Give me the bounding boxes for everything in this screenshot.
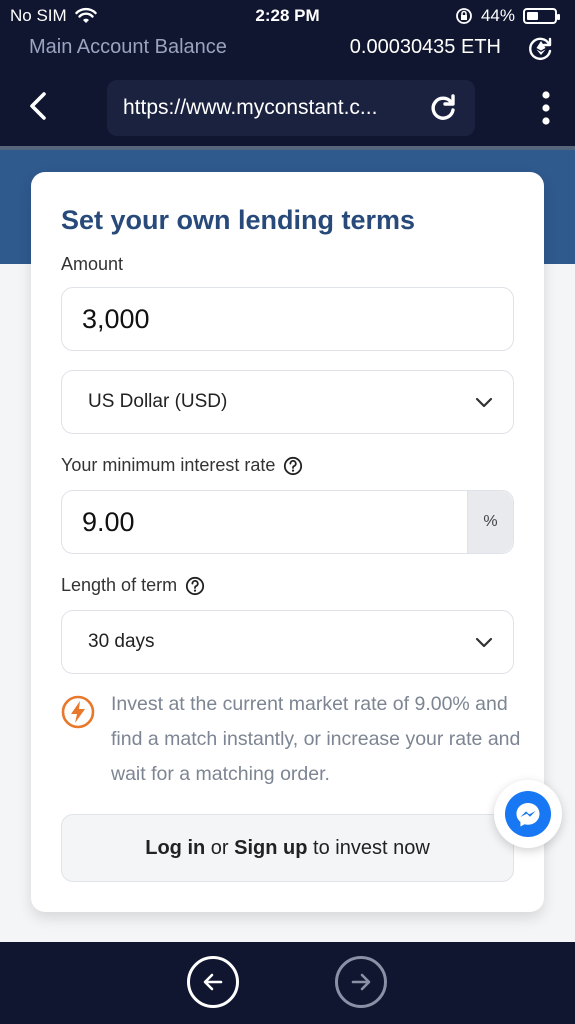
status-right: 44% [455, 6, 560, 26]
more-options-icon[interactable] [541, 90, 551, 126]
login-link[interactable]: Log in [145, 837, 205, 859]
currency-value: US Dollar (USD) [88, 391, 228, 412]
percent-unit: % [467, 491, 513, 553]
login-signup-button[interactable]: Log in or Sign up to invest now [61, 814, 514, 882]
chevron-down-icon [475, 397, 493, 408]
url-text: https://www.myconstant.c... [123, 96, 378, 119]
status-bar: No SIM 2:28 PM 44% [0, 0, 575, 32]
currency-select[interactable]: US Dollar (USD) [61, 370, 514, 434]
rate-label: Your minimum interest rate [61, 455, 303, 476]
cta-or: or [210, 837, 229, 859]
help-icon[interactable] [185, 576, 205, 596]
term-value: 30 days [88, 631, 155, 652]
top-header: No SIM 2:28 PM 44% Main Account Balance … [0, 0, 575, 146]
messenger-chat-button[interactable] [494, 780, 562, 848]
messenger-badge [505, 791, 551, 837]
term-select[interactable]: 30 days [61, 610, 514, 674]
term-label: Length of term [61, 575, 205, 596]
interest-rate-value: 9.00 [82, 507, 135, 537]
account-balance-value: 0.00030435 ETH [349, 36, 501, 58]
account-balance-label: Main Account Balance [29, 36, 227, 58]
arrow-left-icon [203, 973, 223, 991]
nav-forward-button[interactable] [335, 956, 387, 1008]
battery-percent: 44% [480, 6, 515, 25]
back-icon[interactable] [24, 90, 52, 122]
reload-icon[interactable] [427, 92, 459, 124]
amount-label-text: Amount [61, 254, 124, 274]
amount-value: 3,000 [82, 304, 150, 334]
url-bar[interactable]: https://www.myconstant.c... [107, 80, 475, 136]
lending-terms-card: Set your own lending terms Amount 3,000 … [31, 172, 544, 912]
ethereum-switch-icon[interactable] [527, 34, 555, 62]
cta-suffix: to invest now [313, 837, 430, 859]
messenger-icon [516, 803, 540, 827]
bottom-nav-bar [0, 942, 575, 1024]
amount-label: Amount [61, 254, 123, 275]
browser-nav-row: https://www.myconstant.c... [0, 78, 575, 138]
term-label-text: Length of term [61, 575, 178, 595]
rate-label-text: Your minimum interest rate [61, 455, 276, 475]
page-title: Set your own lending terms [61, 205, 416, 235]
chevron-down-icon [475, 637, 493, 648]
lightning-icon [61, 695, 95, 729]
interest-rate-input[interactable]: 9.00 % [61, 490, 514, 554]
amount-input[interactable]: 3,000 [61, 287, 514, 351]
battery-icon [523, 8, 560, 24]
help-icon[interactable] [283, 456, 303, 476]
market-rate-text: Invest at the current market rate of 9.0… [111, 693, 521, 785]
signup-link[interactable]: Sign up [234, 837, 307, 859]
account-balance-row: Main Account Balance 0.00030435 ETH [29, 34, 555, 62]
battery-fill [527, 12, 539, 20]
arrow-right-icon [351, 973, 371, 991]
orientation-lock-icon [456, 8, 472, 24]
nav-back-button[interactable] [187, 956, 239, 1008]
